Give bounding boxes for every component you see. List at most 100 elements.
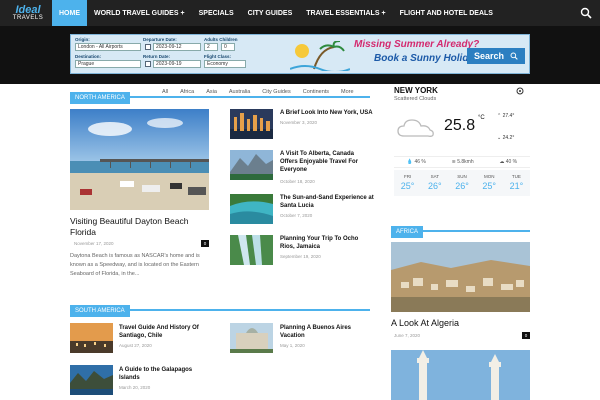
title-line: Planning A Buenos Aires: [280, 325, 352, 331]
forecast-day: SUN 26°: [448, 170, 475, 196]
africa-post-image[interactable]: [391, 242, 530, 312]
post-date: August 27, 2020: [119, 343, 152, 348]
tab-city-guides[interactable]: City Guides: [256, 86, 296, 98]
post-title[interactable]: A Brief Look Into New York, USA: [280, 109, 375, 117]
featured-post-date: November 17, 2020: [74, 241, 114, 246]
comment-count-badge[interactable]: 0: [522, 332, 530, 339]
return-label: Return Date:: [143, 54, 171, 59]
excerpt-line: Daytona Beach is famous as NASCAR's home…: [70, 253, 200, 259]
weather-condition: Scattered Clouds: [394, 96, 437, 102]
nav-home[interactable]: HOME: [52, 0, 87, 26]
location-icon[interactable]: [516, 87, 524, 95]
wind-value: 5.8kmh: [457, 159, 474, 165]
adults-select[interactable]: 2: [204, 43, 218, 51]
nav-label: TRAVEL ESSENTIALS: [306, 9, 380, 17]
post-date: May 1, 2020: [280, 343, 305, 348]
clouds-value: 40 %: [505, 159, 518, 165]
comment-count-badge[interactable]: 0: [201, 240, 209, 247]
post-title[interactable]: Planning Your Trip To Ocho Rios, Jamaica: [280, 235, 375, 251]
post-date: September 19, 2020: [280, 254, 321, 259]
post-title[interactable]: Travel Guide And History Of Santiago, Ch…: [119, 324, 219, 340]
post-thumbnail[interactable]: [230, 323, 273, 353]
post-thumbnail[interactable]: [230, 235, 273, 265]
departure-date-input[interactable]: 2023-09-12: [153, 43, 201, 51]
africa-post-title[interactable]: A Look At Algeria: [391, 318, 530, 329]
weather-high: ⌃ 27.4°: [497, 113, 514, 119]
section-tag[interactable]: AFRICA: [391, 226, 424, 238]
title-line: Travel Guide And History Of: [119, 325, 199, 331]
humidity-icon: 💧: [406, 159, 414, 165]
post-date: October 18, 2020: [280, 179, 315, 184]
south-america-header: SOUTH AMERICA: [70, 299, 370, 317]
day-name: TUE: [511, 174, 521, 179]
origin-select[interactable]: London - All Airports: [75, 43, 141, 51]
logo-subtext: TRAVELS: [12, 14, 44, 21]
children-select[interactable]: 0: [221, 43, 235, 51]
post-thumbnail[interactable]: [230, 150, 273, 180]
post-title[interactable]: A Guide to the Galapagos Islands: [119, 366, 219, 382]
post-title[interactable]: A Visit To Alberta, Canada Offers Enjoya…: [280, 150, 375, 174]
calendar-icon[interactable]: [145, 44, 151, 50]
tab-australia[interactable]: Australia: [223, 86, 256, 98]
tab-asia[interactable]: Asia: [200, 86, 223, 98]
tab-africa[interactable]: Africa: [174, 86, 200, 98]
return-date-input[interactable]: 2023-09-19: [153, 60, 201, 68]
passengers-label: Adults Children: [204, 37, 238, 42]
day-temp: 25°: [400, 181, 415, 191]
destination-input[interactable]: Prague: [75, 60, 141, 68]
post-thumbnail[interactable]: [70, 365, 113, 395]
post-thumbnail[interactable]: [230, 194, 273, 224]
holiday-illustration-icon: [290, 41, 350, 71]
site-logo[interactable]: Ideal TRAVELS: [0, 0, 52, 26]
weather-unit: °C: [478, 115, 485, 121]
humidity-stat: 💧 46 %: [407, 159, 426, 165]
cloud-small-icon: ☁: [499, 159, 505, 165]
day-temp: 25°: [482, 181, 497, 191]
africa-post-date: June 7, 2020: [394, 333, 421, 338]
flight-class-select[interactable]: Economy: [204, 60, 246, 68]
title-line: Florida: [70, 227, 96, 237]
tab-more[interactable]: More: [335, 86, 360, 98]
day-name: SUN: [457, 174, 467, 179]
post-date: March 20, 2020: [119, 385, 151, 390]
flight-search-widget: Origin: London - All Airports Destinatio…: [70, 34, 530, 74]
plus-icon: +: [381, 9, 386, 17]
title-line: Santiago, Chile: [119, 333, 163, 339]
section-tag[interactable]: SOUTH AMERICA: [70, 305, 130, 317]
nav-label: HOME: [59, 9, 80, 17]
search-icon: [510, 52, 518, 60]
title-line: Vacation: [280, 333, 305, 339]
tab-continents[interactable]: Continents: [297, 86, 335, 98]
nav-flight-hotel-deals[interactable]: FLIGHT AND HOTEL DEALS: [393, 0, 500, 26]
forecast-day: TUE 21°: [503, 170, 530, 196]
post-thumbnail[interactable]: [230, 109, 273, 139]
destination-label: Destination:: [75, 54, 102, 59]
search-button-label: Search: [473, 51, 505, 61]
title-line: Visiting Beautiful Dayton Beach: [70, 216, 189, 226]
promo-headline: Missing Summer Already?: [354, 39, 480, 50]
africa-second-image[interactable]: [391, 350, 530, 400]
day-name: MON: [483, 174, 495, 179]
post-thumbnail[interactable]: [70, 323, 113, 353]
nav-city-guides[interactable]: CITY GUIDES: [241, 0, 300, 26]
nav-label: WORLD TRAVEL GUIDES: [94, 9, 179, 17]
title-line: A Visit To Alberta, Canada: [280, 151, 355, 157]
calendar-icon[interactable]: [145, 61, 151, 67]
featured-post-title[interactable]: Visiting Beautiful Dayton Beach Florida: [70, 216, 209, 238]
forecast-day: SAT 26°: [421, 170, 448, 196]
post-title[interactable]: The Sun-and-Sand Experience at Santa Luc…: [280, 194, 375, 210]
day-name: FRI: [403, 174, 412, 179]
tab-all[interactable]: All: [156, 86, 174, 98]
nav-travel-essentials[interactable]: TRAVEL ESSENTIALS +: [299, 0, 392, 26]
nav-world-travel-guides[interactable]: WORLD TRAVEL GUIDES +: [87, 0, 192, 26]
featured-post-image[interactable]: [70, 109, 209, 210]
section-tag[interactable]: NORTH AMERICA: [70, 92, 130, 104]
search-icon[interactable]: [580, 7, 592, 19]
nav-specials[interactable]: SPECIALS: [192, 0, 241, 26]
search-flights-button[interactable]: Search: [467, 48, 525, 64]
plus-icon: +: [180, 9, 185, 17]
post-title[interactable]: Planning A Buenos Aires Vacation: [280, 324, 375, 340]
north-america-header: NORTH AMERICA All Africa Asia Australia …: [70, 86, 370, 104]
forecast-day: FRI 25°: [394, 170, 421, 196]
post-date: November 3, 2020: [280, 120, 318, 125]
